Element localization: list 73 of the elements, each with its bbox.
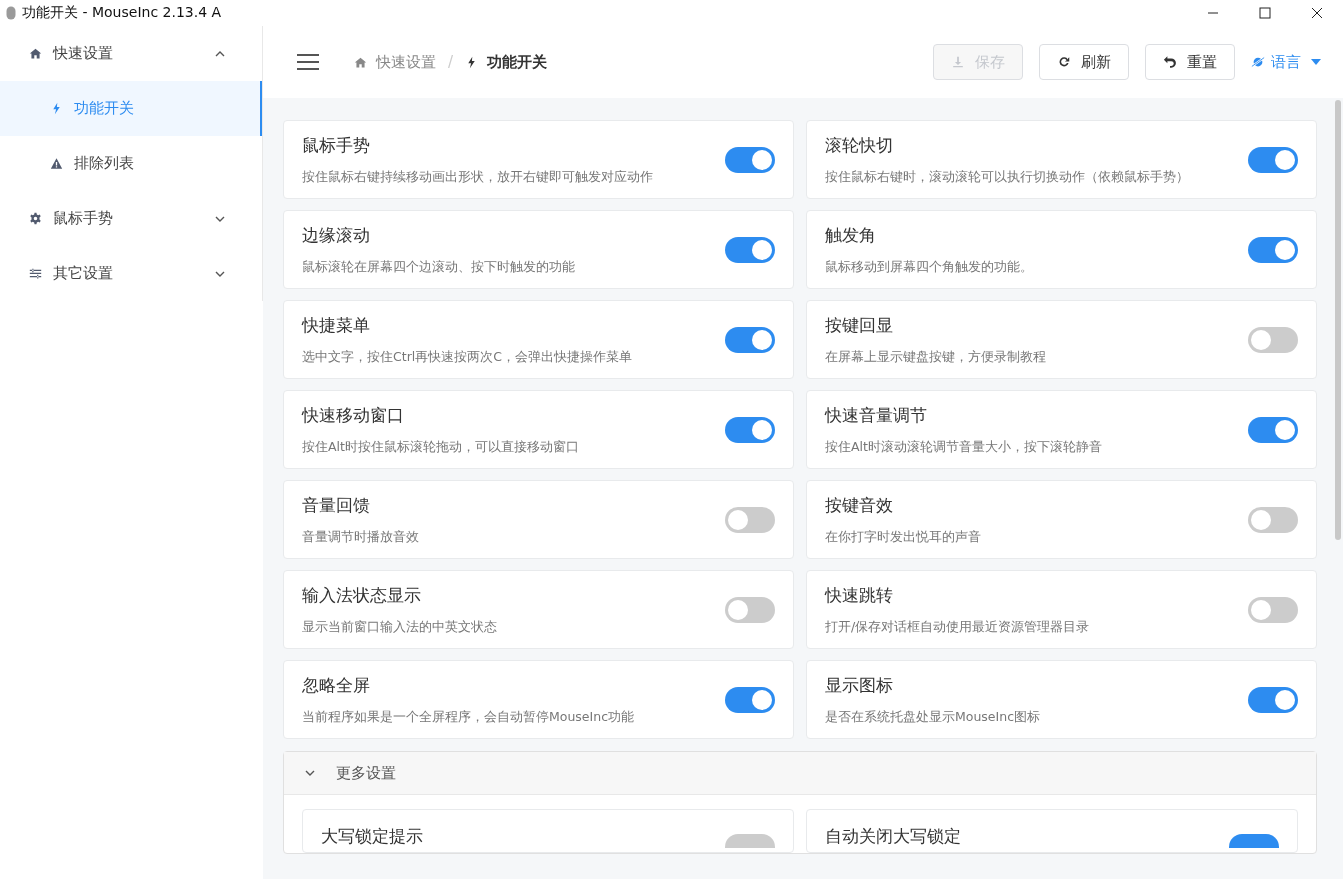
toggle-switch[interactable] xyxy=(725,506,775,533)
feature-title: 按键回显 xyxy=(825,313,894,337)
feature-title: 大写锁定提示 xyxy=(321,825,423,848)
feature-title: 忽略全屏 xyxy=(302,673,371,697)
toggle-switch[interactable] xyxy=(725,416,775,443)
feature-title: 显示图标 xyxy=(825,673,894,697)
feature-title: 快捷菜单 xyxy=(302,313,371,337)
scrollbar[interactable] xyxy=(1335,100,1341,540)
toggle-switch[interactable] xyxy=(1248,686,1298,713)
toggle-switch[interactable] xyxy=(725,834,775,848)
planet-icon xyxy=(1251,55,1265,69)
sidebar-item[interactable]: 快速设置 xyxy=(0,26,262,81)
undo-icon xyxy=(1163,55,1177,69)
feature-description: 是否在系统托盘处显示MouseInc图标 xyxy=(825,708,1042,726)
feature-title: 鼠标手势 xyxy=(302,133,371,157)
feature-title: 快速移动窗口 xyxy=(302,403,405,427)
warning-icon xyxy=(50,157,63,170)
download-icon xyxy=(951,55,965,69)
home-icon xyxy=(354,55,367,69)
feature-description: 按住鼠标右键持续移动画出形状，放开右键即可触发对应动作 xyxy=(302,168,654,186)
sidebar-item[interactable]: 其它设置 xyxy=(0,246,262,301)
feature-description: 鼠标移动到屏幕四个角触发的功能。 xyxy=(825,258,1034,276)
toggle-switch[interactable] xyxy=(725,596,775,623)
feature-title: 输入法状态显示 xyxy=(302,583,422,607)
feature-description: 在你打字时发出悦耳的声音 xyxy=(825,528,982,546)
feature-title: 快速音量调节 xyxy=(825,403,928,427)
feature-description: 按住鼠标右键时，滚动滚轮可以执行切换动作（依赖鼠标手势） xyxy=(825,168,1190,186)
window-title: 功能开关 - MouseInc 2.13.4 A xyxy=(22,4,222,22)
feature-description: 按住Alt时按住鼠标滚轮拖动，可以直接移动窗口 xyxy=(302,438,580,456)
menu-icon[interactable] xyxy=(297,54,319,70)
caret-icon xyxy=(1311,59,1321,65)
feature-title: 按键音效 xyxy=(825,493,894,517)
toggle-switch[interactable] xyxy=(1248,416,1298,443)
sidebar-item[interactable]: 鼠标手势 xyxy=(0,191,262,246)
toggle-switch[interactable] xyxy=(1229,834,1279,848)
sliders-icon xyxy=(29,267,42,280)
feature-title: 边缘滚动 xyxy=(302,223,371,247)
feature-description: 在屏幕上显示键盘按键，方便录制教程 xyxy=(825,348,1047,366)
toggle-switch[interactable] xyxy=(725,326,775,353)
gear-icon xyxy=(29,212,42,225)
language-dropdown[interactable]: 语言 xyxy=(1251,52,1321,72)
feature-description: 打开/保存对话框自动使用最近资源管理器目录 xyxy=(825,618,1091,636)
breadcrumb-separator: / xyxy=(448,53,454,71)
feature-title: 快速跳转 xyxy=(825,583,894,607)
close-icon[interactable] xyxy=(1311,7,1323,19)
refresh-icon xyxy=(1057,55,1071,69)
sidebar-item[interactable]: 排除列表 xyxy=(0,136,262,191)
home-icon xyxy=(29,47,42,60)
toggle-switch[interactable] xyxy=(1248,236,1298,263)
feature-title: 触发角 xyxy=(825,223,877,247)
collapse-header[interactable]: 更多设置 xyxy=(284,752,1316,795)
breadcrumb-item[interactable]: 快速设置 xyxy=(376,52,436,72)
toggle-switch[interactable] xyxy=(1248,596,1298,623)
undo-button[interactable]: 重置 xyxy=(1145,44,1235,80)
toggle-switch[interactable] xyxy=(1248,506,1298,533)
refresh-button[interactable]: 刷新 xyxy=(1039,44,1129,80)
feature-description: 音量调节时播放音效 xyxy=(302,528,420,546)
toggle-switch[interactable] xyxy=(1248,146,1298,173)
feature-description: 鼠标滚轮在屏幕四个边滚动、按下时触发的功能 xyxy=(302,258,576,276)
breadcrumb-item: 功能开关 xyxy=(487,52,548,72)
mouse-icon xyxy=(6,6,16,20)
feature-title: 滚轮快切 xyxy=(825,133,894,157)
feature-description: 当前程序如果是一个全屏程序，会自动暂停MouseInc功能 xyxy=(302,708,636,726)
maximize-icon[interactable] xyxy=(1259,7,1271,19)
toggle-switch[interactable] xyxy=(1248,326,1298,353)
toggle-switch[interactable] xyxy=(725,146,775,173)
feature-title: 音量回馈 xyxy=(302,493,371,517)
feature-title: 自动关闭大写锁定 xyxy=(825,825,961,848)
toggle-switch[interactable] xyxy=(725,686,775,713)
feature-description: 显示当前窗口输入法的中英文状态 xyxy=(302,618,498,636)
feature-description: 选中文字，按住Ctrl再快速按两次C，会弹出快捷操作菜单 xyxy=(302,348,633,366)
feature-description: 按住Alt时滚动滚轮调节音量大小，按下滚轮静音 xyxy=(825,438,1103,456)
toggle-switch[interactable] xyxy=(725,236,775,263)
